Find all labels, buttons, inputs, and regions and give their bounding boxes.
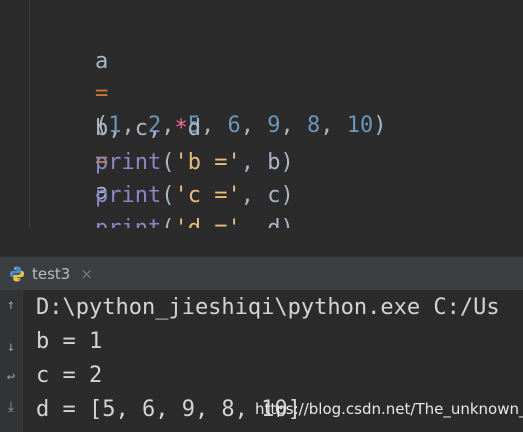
console-line-2: b = 1 [36, 329, 103, 354]
console-line-3: c = 2 [36, 363, 103, 388]
python-icon [10, 266, 24, 282]
close-icon[interactable]: × [80, 265, 93, 283]
editor-gutter-divider [29, 0, 30, 228]
console-line-1: D:\python_jieshiqi\python.exe C:/Us [36, 295, 500, 320]
scroll-down-icon[interactable]: ↓ [2, 338, 20, 356]
code-editor[interactable]: a = (1, 2, 5, 6, 9, 8, 10) b, c, *d = a … [0, 0, 523, 241]
console-toolbar: ↑ ↓ ↩ ⤓ [0, 290, 23, 432]
scroll-up-icon[interactable]: ↑ [2, 296, 20, 314]
watermark: https://blog.csdn.net/The_unknown_ [255, 400, 523, 418]
var-a: a [94, 49, 109, 74]
panel-separator [0, 228, 523, 256]
soft-wrap-icon[interactable]: ↩ [2, 368, 20, 386]
run-tab-bar: test3 × [0, 256, 523, 291]
num-6: 8 [306, 113, 321, 138]
run-tab[interactable]: test3 × [8, 261, 93, 287]
num-7: 10 [346, 113, 374, 138]
scroll-to-end-icon[interactable]: ⤓ [2, 398, 20, 416]
run-tab-label: test3 [32, 265, 71, 283]
